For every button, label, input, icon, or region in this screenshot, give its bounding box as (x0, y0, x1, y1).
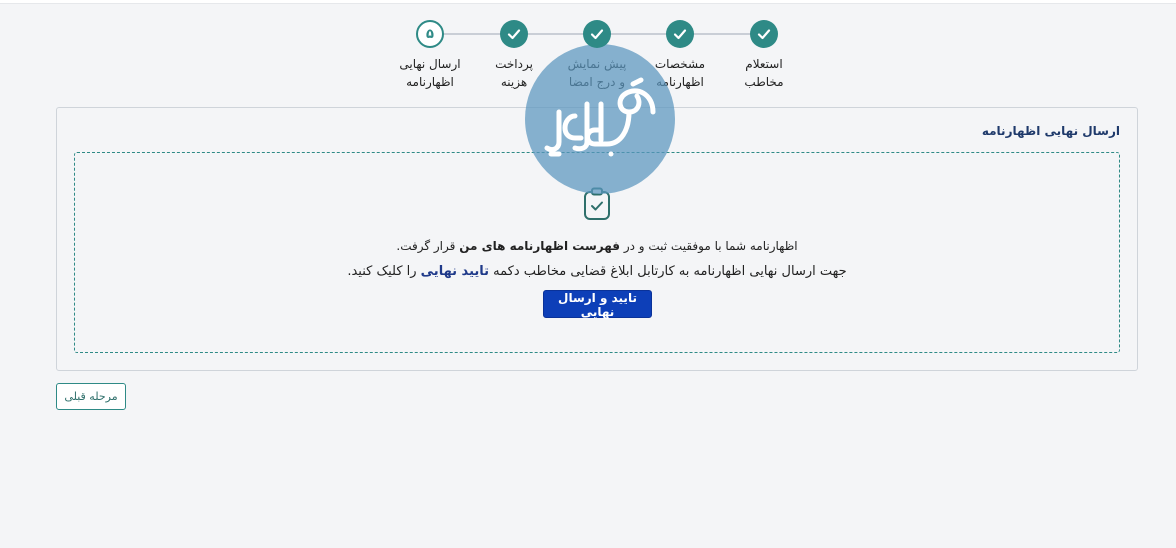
step-label: ارسال نهایی اظهارنامه (399, 57, 461, 89)
check-icon (666, 20, 694, 48)
step-label: استعلام مخاطب (744, 57, 784, 89)
message-text: را کلیک کنید. (347, 264, 421, 279)
step-inquiry: استعلام مخاطب (716, 20, 812, 91)
check-icon (500, 20, 528, 48)
step-payment: پرداخت هزینه (466, 20, 562, 91)
success-panel: اظهارنامه شما با موفقیت ثبت و در فهرست ا… (74, 152, 1120, 353)
step-details: مشخصات اظهارنامه (632, 20, 728, 91)
progress-stepper: استعلام مخاطب مشخصات اظهارنامه پیش نمایش… (380, 20, 800, 100)
success-message: اظهارنامه شما با موفقیت ثبت و در فهرست ا… (75, 239, 1119, 253)
final-confirm-text: تایید نهایی (420, 264, 490, 279)
previous-step-button[interactable]: مرحله قبلی (56, 383, 126, 410)
my-notices-link-text: فهرست اظهارنامه های من (459, 239, 620, 253)
step-preview: پیش نمایش و درج امضا (549, 20, 645, 91)
clipboard-check-icon (584, 187, 610, 220)
step-label: پرداخت هزینه (495, 57, 533, 89)
confirm-and-send-button[interactable]: تایید و ارسال نهایی (543, 290, 652, 319)
card-title: ارسال نهایی اظهارنامه (981, 124, 1120, 138)
message-text: جهت ارسال نهایی اظهارنامه به کارتابل ابل… (489, 264, 847, 279)
step-number: ۵ (416, 20, 444, 48)
step-final-send: ۵ ارسال نهایی اظهارنامه (382, 20, 478, 91)
instruction-message: جهت ارسال نهایی اظهارنامه به کارتابل ابل… (75, 264, 1119, 279)
message-text: اظهارنامه شما با موفقیت ثبت و در (620, 239, 798, 253)
check-icon (750, 20, 778, 48)
top-bar (0, 0, 1176, 4)
step-label: مشخصات اظهارنامه (654, 57, 706, 89)
step-label: پیش نمایش و درج امضا (567, 57, 627, 89)
message-text: قرار گرفت. (396, 239, 460, 253)
final-send-card: ارسال نهایی اظهارنامه اظهارنامه شما با م… (56, 107, 1138, 371)
check-icon (583, 20, 611, 48)
